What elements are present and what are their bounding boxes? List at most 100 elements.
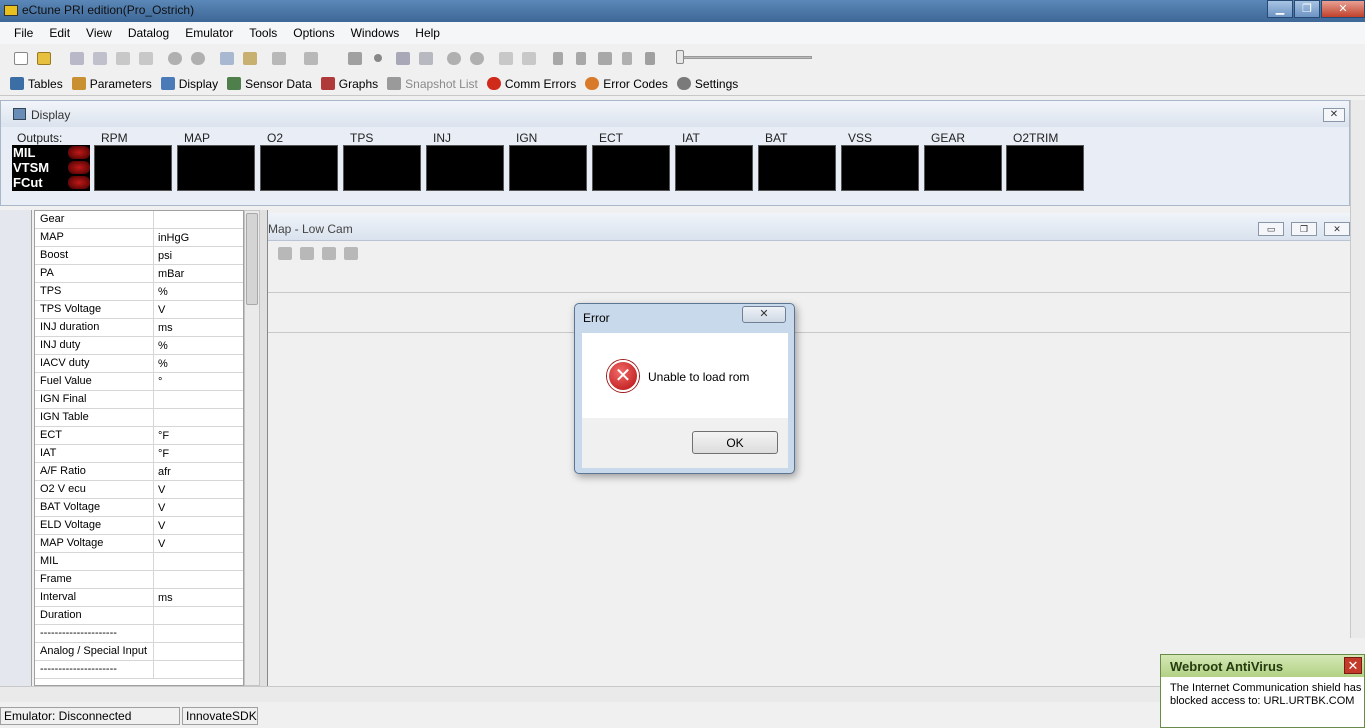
toolbar-parameters[interactable]: Parameters — [71, 77, 152, 91]
log-save-icon[interactable] — [396, 52, 410, 65]
log-open-icon[interactable] — [499, 52, 513, 65]
step-back-icon[interactable] — [553, 52, 563, 65]
table-row[interactable]: Duration — [35, 607, 243, 625]
sensor-table-scroll-thumb[interactable] — [246, 213, 258, 305]
dialog-close-button[interactable]: ✕ — [742, 306, 786, 323]
table-row[interactable]: IACV duty % — [35, 355, 243, 373]
table-row[interactable]: ECT °F — [35, 427, 243, 445]
refresh-icon[interactable] — [447, 52, 461, 65]
map-tool-2-icon[interactable] — [300, 247, 314, 260]
undo-icon[interactable] — [272, 52, 286, 65]
open-folder-icon[interactable] — [37, 52, 51, 65]
camera-icon — [387, 77, 402, 90]
menu-edit[interactable]: Edit — [41, 22, 78, 44]
menu-windows[interactable]: Windows — [343, 22, 408, 44]
fast-forward-icon[interactable] — [598, 52, 612, 65]
notification-close-button[interactable]: ✕ — [1344, 657, 1362, 674]
export-icon[interactable] — [139, 52, 153, 65]
close-button[interactable]: ✕ — [1321, 0, 1365, 18]
table-row[interactable]: Analog / Special Input — [35, 643, 243, 661]
table-row[interactable]: Interval ms — [35, 589, 243, 607]
table-row[interactable]: INJ duration ms — [35, 319, 243, 337]
toolbar-settings[interactable]: Settings — [676, 77, 738, 91]
mil-led-icon — [68, 146, 90, 159]
display-close-button[interactable]: ✕ — [1323, 108, 1345, 122]
map-close-button[interactable]: ✕ — [1324, 222, 1350, 236]
sensor-table-scrollbar[interactable] — [244, 210, 260, 686]
toolbar-display[interactable]: Display — [160, 77, 218, 91]
table-row[interactable]: IGN Table — [35, 409, 243, 427]
menu-file[interactable]: File — [6, 22, 41, 44]
chip-read-icon[interactable] — [168, 52, 182, 65]
sensor-unit: inHgG — [153, 229, 241, 247]
table-row[interactable]: --------------------- — [35, 625, 243, 643]
toolbar-snapshot-list[interactable]: Snapshot List — [387, 77, 478, 91]
table-row[interactable]: MIL — [35, 553, 243, 571]
map-minimize-button[interactable]: ▭ — [1258, 222, 1284, 236]
table-row[interactable]: BAT Voltage V — [35, 499, 243, 517]
table-row[interactable]: ELD Voltage V — [35, 517, 243, 535]
table-row[interactable]: --------------------- — [35, 661, 243, 679]
menu-datalog[interactable]: Datalog — [120, 22, 177, 44]
table-row[interactable]: Boost psi — [35, 247, 243, 265]
sensor-unit — [153, 211, 241, 229]
ok-button[interactable]: OK — [692, 431, 778, 454]
log-folder-icon[interactable] — [522, 52, 536, 65]
play-icon[interactable] — [576, 52, 586, 65]
map-restore-button[interactable]: ❐ — [1291, 222, 1317, 236]
gauge-label-ign: IGN — [516, 131, 538, 145]
table-row[interactable]: Gear — [35, 211, 243, 229]
table-row[interactable]: TPS Voltage V — [35, 301, 243, 319]
table-row[interactable]: O2 V ecu V — [35, 481, 243, 499]
toolbar-tables[interactable]: Tables — [10, 77, 63, 91]
redo-icon[interactable] — [304, 52, 318, 65]
copy-icon[interactable] — [220, 52, 234, 65]
gauge-label-ect: ECT — [599, 131, 623, 145]
save-as-icon[interactable] — [93, 52, 107, 65]
toolbar-error-codes[interactable]: Error Codes — [585, 77, 668, 91]
panel-splitter[interactable] — [260, 210, 268, 686]
sensor-unit: V — [153, 517, 241, 535]
menu-view[interactable]: View — [78, 22, 120, 44]
table-row[interactable]: A/F Ratio afr — [35, 463, 243, 481]
maximize-button[interactable]: ❐ — [1294, 0, 1320, 18]
map-tool-1-icon[interactable] — [278, 247, 292, 260]
toolbar-comm-errors[interactable]: Comm Errors — [486, 77, 576, 91]
menu-emulator[interactable]: Emulator — [177, 22, 241, 44]
paste-icon[interactable] — [243, 52, 257, 65]
gauge-label-iat: IAT — [682, 131, 700, 145]
save-icon[interactable] — [70, 52, 84, 65]
playback-slider-thumb[interactable] — [676, 50, 684, 64]
map-tool-3-icon[interactable] — [322, 247, 336, 260]
table-row[interactable]: Fuel Value ° — [35, 373, 243, 391]
pause-icon[interactable] — [622, 52, 632, 65]
main-vertical-scrollbar[interactable] — [1350, 100, 1365, 638]
toolbar-graphs[interactable]: Graphs — [320, 77, 378, 91]
table-row[interactable]: TPS % — [35, 283, 243, 301]
menu-tools[interactable]: Tools — [241, 22, 285, 44]
toolbar-sensor-data[interactable]: Sensor Data — [227, 77, 312, 91]
stop-icon[interactable] — [645, 52, 655, 65]
outputs-label: Outputs: — [17, 131, 63, 145]
gauge-map — [177, 145, 255, 191]
table-row[interactable]: PA mBar — [35, 265, 243, 283]
playback-slider-track[interactable] — [678, 56, 812, 59]
new-file-icon[interactable] — [14, 52, 28, 65]
table-row[interactable]: INJ duty % — [35, 337, 243, 355]
pen-icon[interactable] — [348, 52, 362, 65]
menu-help[interactable]: Help — [407, 22, 448, 44]
log-saveas-icon[interactable] — [419, 52, 433, 65]
table-row[interactable]: IAT °F — [35, 445, 243, 463]
record-icon[interactable] — [374, 54, 382, 62]
map-window: Map - Low Cam ▭ ❐ ✕ — [268, 213, 1350, 686]
map-tool-wave-icon[interactable] — [344, 247, 358, 260]
table-row[interactable]: MAP inHgG — [35, 229, 243, 247]
search-icon[interactable] — [470, 52, 484, 65]
table-row[interactable]: MAP Voltage V — [35, 535, 243, 553]
compare-icon[interactable] — [116, 52, 130, 65]
chip-write-icon[interactable] — [191, 52, 205, 65]
table-row[interactable]: Frame — [35, 571, 243, 589]
minimize-button[interactable]: ▁ — [1267, 0, 1293, 18]
menu-options[interactable]: Options — [285, 22, 342, 44]
table-row[interactable]: IGN Final — [35, 391, 243, 409]
